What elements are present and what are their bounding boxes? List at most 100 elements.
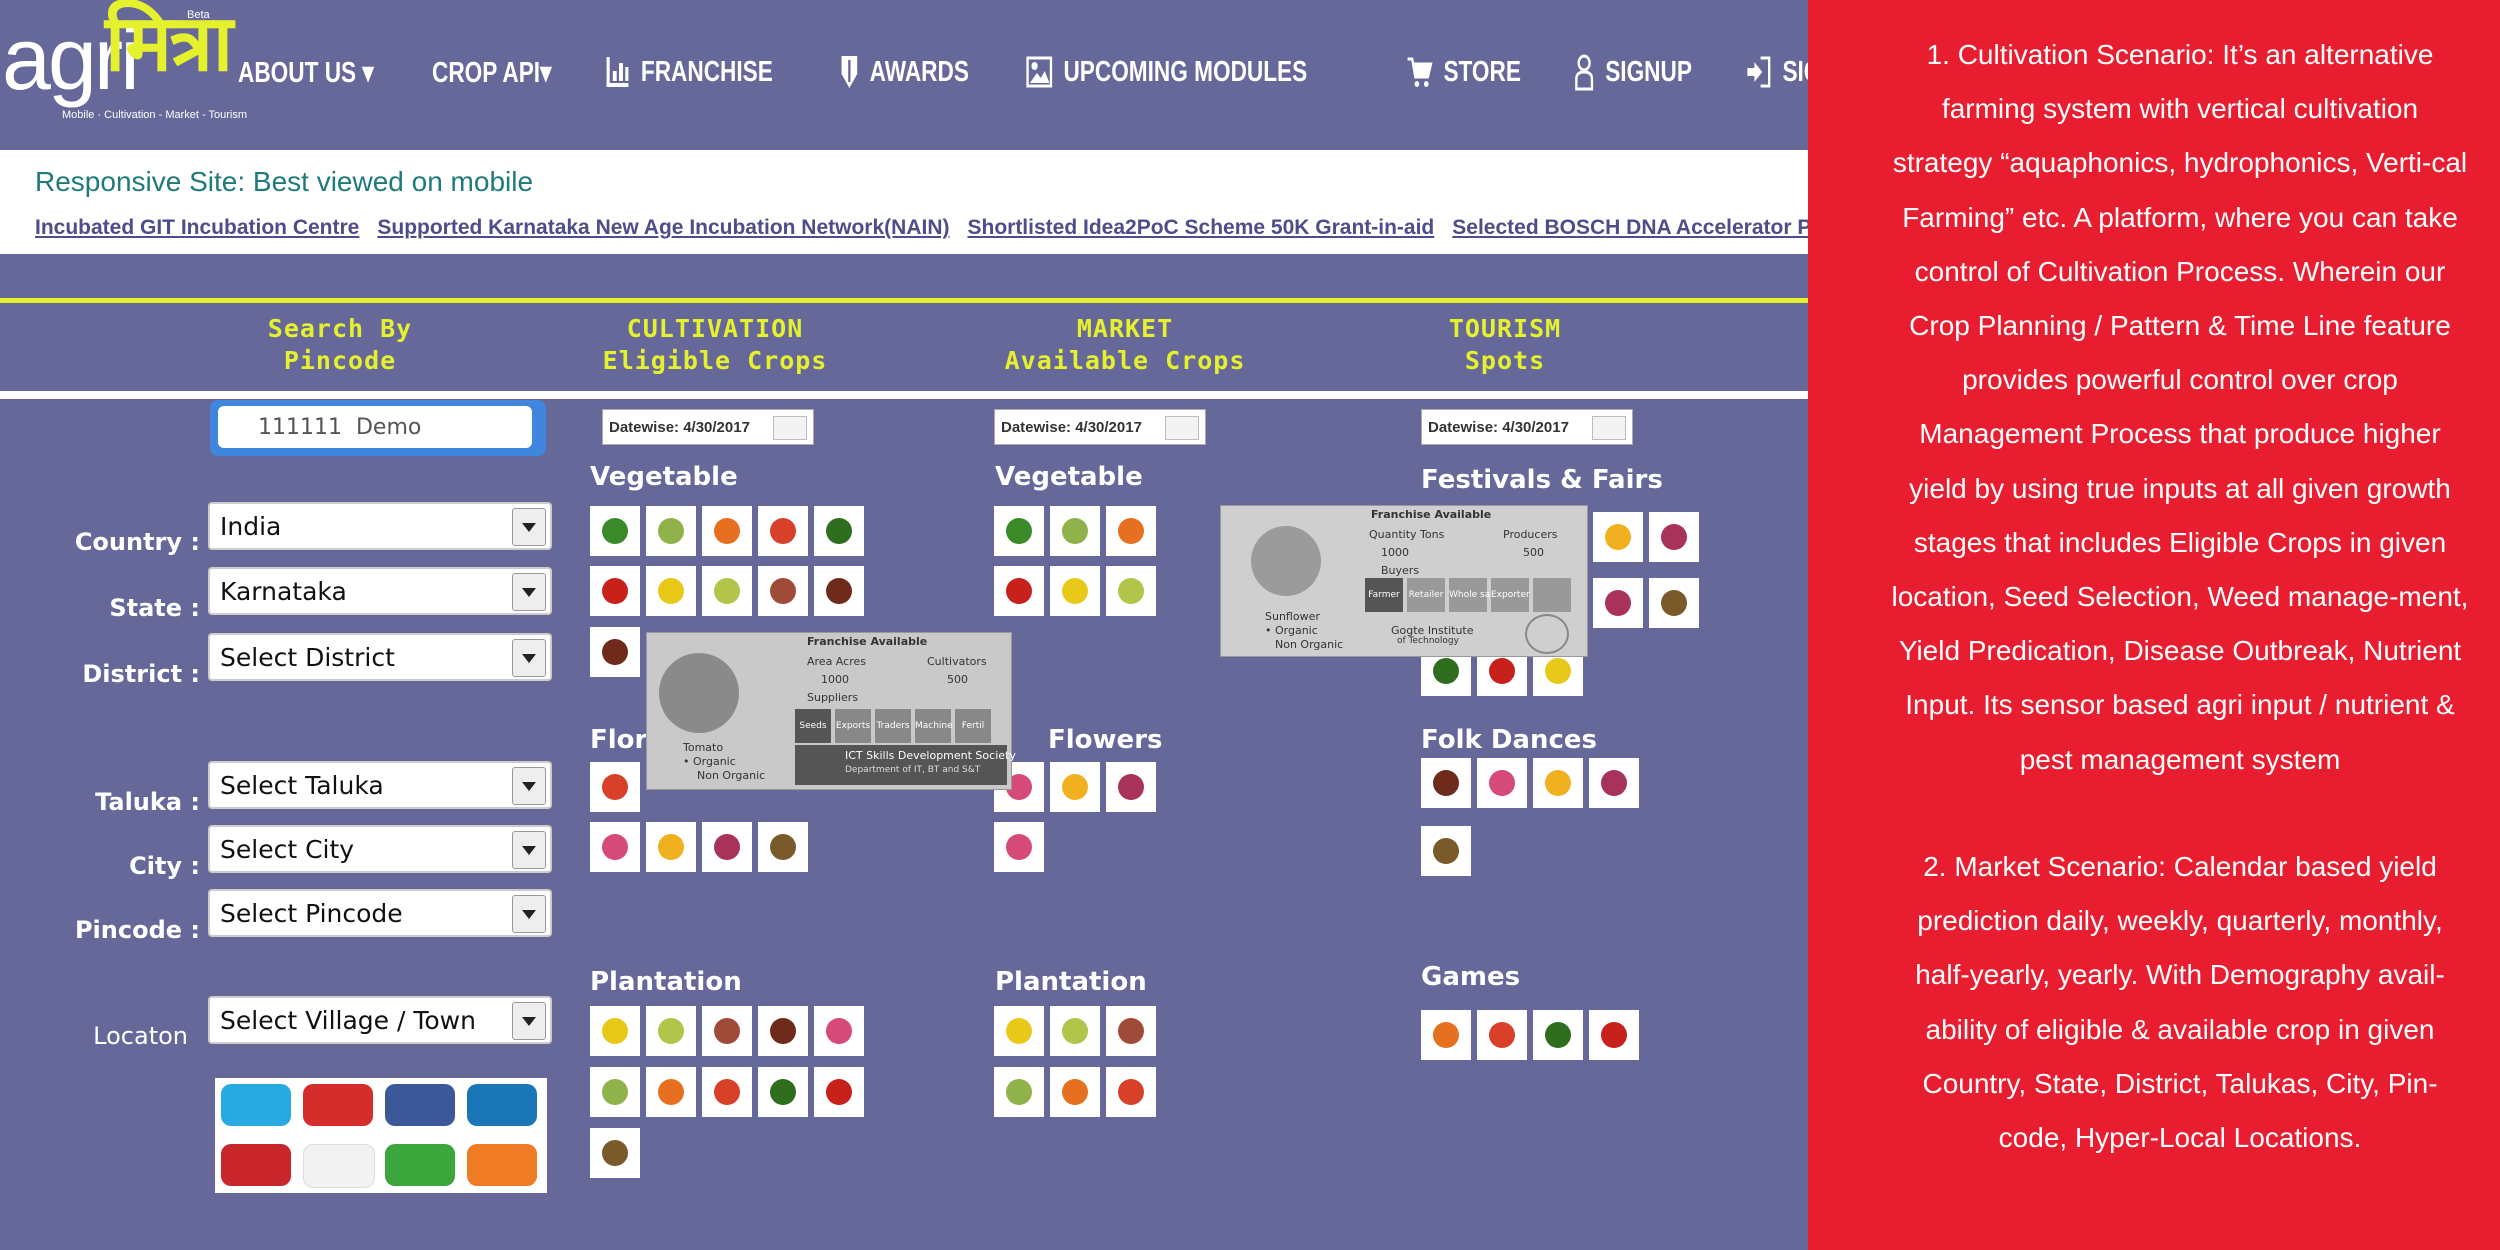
nav-awards[interactable]: AWARDS: [840, 54, 969, 90]
flower-thumbnail[interactable]: [994, 822, 1044, 872]
game-thumbnail[interactable]: [1589, 1010, 1639, 1060]
vegetable-thumbnail[interactable]: [646, 506, 696, 556]
link-idea2poc[interactable]: Shortlisted Idea2PoC Scheme 50K Grant-in…: [967, 216, 1434, 240]
location-select[interactable]: Select Village / Town: [208, 996, 552, 1044]
vegetable-thumbnail[interactable]: [702, 506, 752, 556]
vegetable-thumbnail[interactable]: [758, 506, 808, 556]
link-nain[interactable]: Supported Karnataka New Age Incubation N…: [377, 216, 949, 240]
plantation-thumbnail[interactable]: [646, 1067, 696, 1117]
overlay2-btn5[interactable]: [1533, 578, 1571, 612]
nav-store[interactable]: STORE: [1406, 55, 1521, 89]
nav-franchise[interactable]: FRANCHISE: [605, 55, 773, 89]
sunflower-franchise-card[interactable]: Franchise Available Quantity Tons Produc…: [1220, 505, 1588, 657]
plantation-thumbnail[interactable]: [590, 1006, 640, 1056]
calendar-icon[interactable]: [773, 416, 807, 440]
overlay2-btn2[interactable]: Retailer: [1407, 578, 1445, 612]
calendar-icon[interactable]: [1165, 416, 1199, 440]
nav-crop-api[interactable]: CROP API▾: [432, 55, 551, 90]
plantation-thumbnail[interactable]: [646, 1006, 696, 1056]
city-select[interactable]: Select City: [208, 825, 552, 873]
overlay1-btn1[interactable]: Seeds: [795, 709, 831, 743]
tomato-franchise-card[interactable]: Franchise Available Area Acres Cultivato…: [646, 632, 1016, 790]
folk-dance-thumbnail[interactable]: [1421, 758, 1471, 808]
pinterest-icon[interactable]: [221, 1144, 291, 1186]
overlay1-btn4[interactable]: Machine: [915, 709, 953, 743]
vegetable-thumbnail[interactable]: [1050, 506, 1100, 556]
taluka-select[interactable]: Select Taluka: [208, 761, 552, 809]
overlay2-btn1[interactable]: Farmer: [1365, 578, 1403, 612]
vegetable-thumbnail[interactable]: [1106, 566, 1156, 616]
vegetable-thumbnail[interactable]: [1106, 506, 1156, 556]
festival-thumbnail[interactable]: [1649, 578, 1699, 628]
game-thumbnail[interactable]: [1533, 1010, 1583, 1060]
vegetable-thumbnail[interactable]: [994, 506, 1044, 556]
district-select[interactable]: Select District: [208, 633, 552, 681]
plantation-thumbnail[interactable]: [702, 1006, 752, 1056]
vegetable-thumbnail[interactable]: [1050, 566, 1100, 616]
plantation-thumbnail[interactable]: [994, 1006, 1044, 1056]
vegetable-thumbnail[interactable]: [590, 506, 640, 556]
share-icon[interactable]: [385, 1144, 455, 1186]
flower-thumbnail[interactable]: [702, 822, 752, 872]
overlay1-btn3[interactable]: Traders: [875, 709, 911, 743]
flickr-icon[interactable]: [303, 1144, 375, 1188]
market-datewise[interactable]: Datewise: 4/30/2017: [994, 409, 1206, 445]
festival-thumbnail[interactable]: [1649, 512, 1699, 562]
folk-dance-thumbnail[interactable]: [1589, 758, 1639, 808]
cultivation-datewise[interactable]: Datewise: 4/30/2017: [602, 409, 814, 445]
linkedin-icon[interactable]: [467, 1084, 537, 1126]
plantation-thumbnail[interactable]: [1050, 1006, 1100, 1056]
folk-dance-thumbnail[interactable]: [1421, 826, 1471, 876]
plantation-thumbnail[interactable]: [1106, 1067, 1156, 1117]
nav-signup[interactable]: SIGNUP: [1574, 53, 1692, 91]
country-select[interactable]: India: [208, 502, 552, 550]
plantation-thumbnail[interactable]: [702, 1067, 752, 1117]
overlay2-btn4[interactable]: Exporter: [1491, 578, 1530, 612]
plantation-thumbnail[interactable]: [590, 1128, 640, 1178]
folk-dance-thumbnail[interactable]: [1477, 758, 1527, 808]
overlay1-btn2[interactable]: Exports: [835, 709, 871, 743]
flower-thumbnail[interactable]: [646, 822, 696, 872]
vegetable-thumbnail[interactable]: [590, 566, 640, 616]
plantation-thumbnail[interactable]: [814, 1006, 864, 1056]
rss-icon[interactable]: [467, 1144, 537, 1186]
pincode-select[interactable]: Select Pincode: [208, 889, 552, 937]
vegetable-thumbnail[interactable]: [702, 566, 752, 616]
vegetable-thumbnail[interactable]: [758, 566, 808, 616]
nav-about-us[interactable]: ABOUT US ▾: [238, 55, 374, 90]
plantation-thumbnail[interactable]: [758, 1067, 808, 1117]
flower-thumbnail[interactable]: [758, 822, 808, 872]
game-thumbnail[interactable]: [1477, 1010, 1527, 1060]
twitter-icon[interactable]: [221, 1084, 291, 1126]
plantation-thumbnail[interactable]: [994, 1067, 1044, 1117]
overlay1-btn5[interactable]: Fertil: [955, 709, 991, 743]
festival-thumbnail[interactable]: [1593, 512, 1643, 562]
flower-thumbnail[interactable]: [1106, 762, 1156, 812]
link-git-incubation[interactable]: Incubated GIT Incubation Centre: [35, 216, 359, 240]
festival-thumbnail[interactable]: [1593, 578, 1643, 628]
youtube-icon[interactable]: [303, 1084, 373, 1126]
vegetable-thumbnail[interactable]: [994, 566, 1044, 616]
pincode-input[interactable]: [218, 406, 532, 448]
vegetable-thumbnail[interactable]: [814, 566, 864, 616]
flower-thumbnail[interactable]: [590, 762, 640, 812]
tourism-datewise[interactable]: Datewise: 4/30/2017: [1421, 409, 1633, 445]
flower-thumbnail[interactable]: [590, 822, 640, 872]
calendar-icon[interactable]: [1592, 416, 1626, 440]
vegetable-thumbnail[interactable]: [814, 506, 864, 556]
plantation-thumbnail[interactable]: [1050, 1067, 1100, 1117]
overlay2-btn3[interactable]: Whole sale: [1449, 578, 1498, 612]
plantation-thumbnail[interactable]: [590, 1067, 640, 1117]
folk-dance-thumbnail[interactable]: [1533, 758, 1583, 808]
plantation-thumbnail[interactable]: [758, 1006, 808, 1056]
flower-thumbnail[interactable]: [1050, 762, 1100, 812]
nav-upcoming-modules[interactable]: UPCOMING MODULES: [1026, 56, 1307, 89]
game-thumbnail[interactable]: [1421, 1010, 1471, 1060]
plantation-thumbnail[interactable]: [1106, 1006, 1156, 1056]
facebook-icon[interactable]: [385, 1084, 455, 1126]
vegetable-thumbnail[interactable]: [646, 566, 696, 616]
agrimitra-logo[interactable]: agri मित्रा Beta Mobile · Cultivation - …: [2, 5, 247, 123]
plantation-thumbnail[interactable]: [814, 1067, 864, 1117]
vegetable-thumbnail[interactable]: [590, 627, 640, 677]
state-select[interactable]: Karnataka: [208, 567, 552, 615]
